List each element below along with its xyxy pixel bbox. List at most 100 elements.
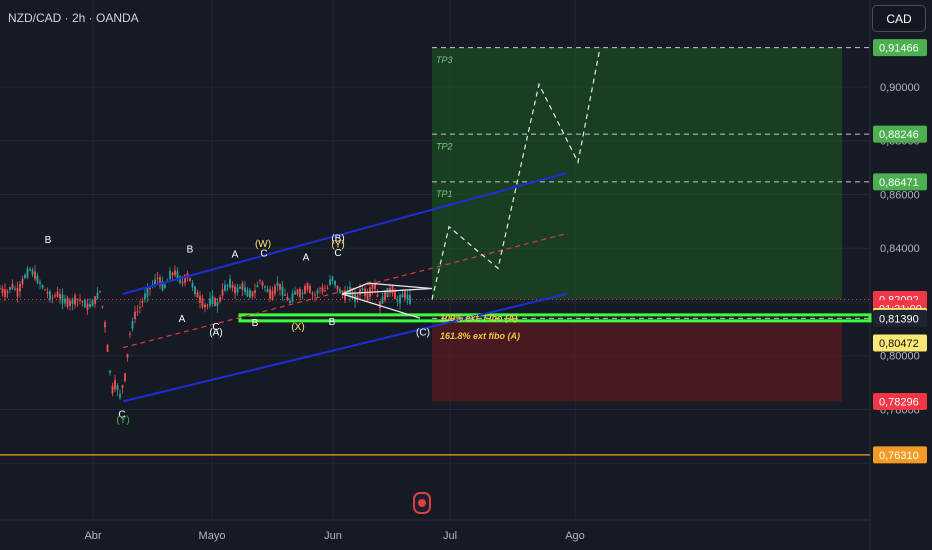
candle-body (21, 278, 24, 285)
candle-body (234, 286, 236, 294)
candle-body (26, 268, 29, 278)
candle-body (241, 283, 244, 290)
price-tick-label: 0,84000 (880, 243, 920, 255)
candle-body (381, 296, 384, 304)
candle-body (394, 291, 396, 300)
candle-body (121, 385, 124, 388)
candle-body (314, 294, 316, 296)
candle-body (84, 300, 86, 308)
candle-body (231, 284, 234, 289)
candle-body (311, 293, 314, 295)
candle-body (189, 277, 191, 282)
candle-body (271, 290, 274, 301)
candle-body (19, 284, 21, 292)
candle-body (164, 284, 166, 288)
candle-body (236, 287, 239, 293)
price-chart[interactable]: TP3 TP2 TP1 100% ext. Fibo (A) 161.8% ext fi… (0, 0, 932, 550)
time-tick-label: Ago (565, 530, 585, 542)
candle-body (366, 292, 369, 300)
candle-body (289, 300, 291, 304)
candle-body (64, 298, 66, 304)
currency-button[interactable]: CAD (872, 5, 926, 32)
candle-body (254, 290, 256, 294)
candle-body (131, 320, 134, 329)
candle-body (384, 291, 386, 301)
candle-body (371, 284, 374, 289)
candle-body (76, 299, 79, 301)
candle-body (91, 300, 94, 307)
candle-body (391, 286, 394, 294)
candle-body (66, 297, 69, 307)
wave-label: A (179, 314, 186, 325)
price-badge-label: 0,76310 (879, 450, 919, 462)
candle-body (336, 285, 339, 290)
candle-body (229, 278, 231, 288)
candle-body (39, 282, 41, 285)
symbol-title[interactable]: NZD/CAD · 2h · OANDA (8, 11, 139, 25)
candle-body (29, 269, 31, 271)
candle-body (251, 291, 254, 297)
candle-body (144, 293, 146, 299)
candle-body (114, 379, 116, 390)
candle-body (6, 291, 9, 293)
candle-body (304, 286, 306, 294)
candle-body (116, 385, 119, 390)
candle-body (106, 344, 109, 352)
candle-body (329, 279, 331, 285)
candle-body (176, 271, 179, 279)
price-badge-label: 0,91466 (879, 43, 919, 55)
time-tick-label: Jul (443, 530, 457, 542)
candle-body (59, 293, 61, 299)
candle-body (79, 299, 81, 301)
candle-body (274, 286, 276, 294)
candle-body (36, 275, 39, 283)
candle-body (49, 291, 51, 300)
candle-body (94, 296, 96, 305)
candle-body (386, 287, 389, 298)
candle-body (181, 281, 184, 284)
fibo-label: 100% ext. Fibo (A) (440, 313, 518, 323)
candle-body (356, 295, 359, 298)
candle-body (11, 283, 14, 289)
candle-body (126, 353, 129, 358)
wave-label: A (232, 250, 239, 261)
candle-body (291, 293, 294, 302)
candle-body (174, 270, 176, 276)
candle-body (284, 294, 286, 296)
candle-body (299, 288, 301, 298)
candle-body (334, 280, 336, 286)
time-tick-label: Abr (84, 530, 101, 542)
candle-body (401, 294, 404, 298)
candle-body (104, 322, 106, 328)
candle-body (109, 370, 111, 374)
candle-body (209, 298, 211, 306)
candle-body (141, 300, 144, 303)
candle-body (404, 291, 406, 299)
candle-body (214, 298, 216, 306)
candle-body (199, 295, 201, 303)
price-candles (0, 265, 411, 400)
candle-body (246, 289, 249, 297)
candle-body (129, 333, 131, 335)
candle-body (409, 295, 411, 304)
candle-body (89, 304, 91, 308)
candle-body (51, 297, 54, 299)
candle-body (389, 287, 391, 293)
price-tick-label: 0,80000 (880, 351, 920, 363)
wave-label: C (334, 248, 341, 259)
candle-body (124, 373, 126, 382)
candle-body (224, 284, 226, 291)
candle-body (171, 272, 174, 276)
candle-body (259, 280, 261, 282)
time-axis[interactable]: Abr Mayo Jun Jul Ago (84, 530, 584, 542)
price-badge-label: 0,88246 (879, 129, 919, 141)
candle-body (46, 292, 49, 294)
price-axis[interactable]: 0,900000,880000,860000,840000,800000,780… (873, 39, 927, 464)
price-badge-label: 0,81390 (879, 313, 919, 325)
candle-body (9, 287, 11, 291)
candle-body (281, 286, 284, 296)
candle-body (196, 292, 199, 298)
canada-flag-icon[interactable] (413, 492, 431, 514)
price-badge-label: 0,86471 (879, 177, 919, 189)
candle-body (41, 285, 44, 288)
